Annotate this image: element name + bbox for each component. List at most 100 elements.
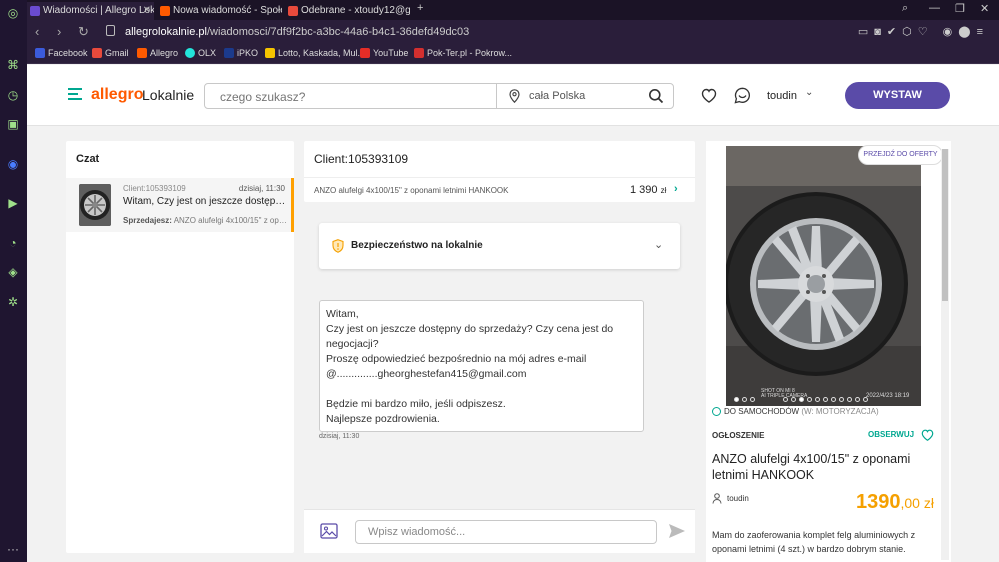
settings-icon[interactable]: ✲ xyxy=(6,295,20,309)
pager-dot[interactable] xyxy=(750,397,755,402)
seller-item: ANZO alufelgi 4x100/15" z oponami letnim… xyxy=(173,216,288,225)
pager-dot[interactable] xyxy=(823,397,828,402)
wystaw-button[interactable]: WYSTAW xyxy=(845,82,950,109)
message-line: negocjacji? xyxy=(326,338,379,350)
menu-icon[interactable] xyxy=(68,88,82,100)
bookmark-allegro[interactable]: Allegro xyxy=(137,48,178,58)
message-input[interactable] xyxy=(355,520,657,544)
tab-title: Odebrane - xtoudy12@gm xyxy=(301,5,410,16)
pager-dot[interactable] xyxy=(847,397,852,402)
facebook-icon xyxy=(35,48,45,58)
bookmark-gmail[interactable]: Gmail xyxy=(92,48,129,58)
scrollbar-thumb[interactable] xyxy=(942,149,948,301)
go-to-offer-button[interactable]: PRZEJDŹ DO OFERTY xyxy=(858,145,943,165)
play-icon[interactable]: ▶ xyxy=(6,196,20,210)
bookmark-ipko[interactable]: iPKO xyxy=(224,48,258,58)
message-bubble: Witam, Czy jest on jeszcze dostępny do s… xyxy=(319,300,644,432)
messenger-icon[interactable]: ◉ xyxy=(6,157,20,171)
message-line: Najlepsze pozdrowienia. xyxy=(326,413,440,425)
pager-dot[interactable] xyxy=(807,397,812,402)
conversation-client: Client:105393109 xyxy=(123,184,186,193)
logo-lokalnie[interactable]: Lokalnie xyxy=(142,87,194,103)
box-icon[interactable]: ◈ xyxy=(6,265,20,279)
watch-heart-icon[interactable] xyxy=(921,429,934,441)
chevron-down-icon[interactable]: ⌄ xyxy=(654,238,663,251)
bookmark-olx[interactable]: OLX xyxy=(185,48,216,58)
url-domain: allegrolokalnie.pl xyxy=(125,26,207,38)
product-photo[interactable]: SHOT ON MI 8 AI TRIPLE CAMERA 2022/4/23 1… xyxy=(726,146,921,406)
pager-dot[interactable] xyxy=(855,397,860,402)
close-tab-icon[interactable]: ✕ xyxy=(143,2,151,20)
seller-name[interactable]: toudin xyxy=(727,494,749,503)
category-line[interactable]: DO SAMOCHODÓW (W: MOTORYZACJA) xyxy=(712,407,879,416)
chat-panel: Client:105393109 ANZO alufelgi 4x100/15"… xyxy=(304,141,695,553)
opera-logo-icon[interactable]: ◎ xyxy=(6,6,20,20)
favorites-heart-icon[interactable] xyxy=(701,88,717,103)
user-icon xyxy=(712,493,722,504)
back-icon[interactable]: ‹ xyxy=(35,24,39,39)
url-field[interactable]: allegrolokalnie.pl/wiadomosci/7df9f2bc-a… xyxy=(125,26,469,38)
bag-icon[interactable]: ▣ xyxy=(6,117,20,131)
chat-list-title: Czat xyxy=(76,153,100,165)
message-line: @..............gheorghestefan415@gmail.c… xyxy=(326,368,527,380)
watch-button[interactable]: OBSERWUJ xyxy=(868,430,914,439)
conversation-preview: Witam, Czy jest on jeszcze dostępny do s… xyxy=(123,196,288,207)
speed-dial-icon[interactable]: ◷ xyxy=(6,88,20,102)
pager-dot[interactable] xyxy=(815,397,820,402)
offer-price: 1 390 zł xyxy=(630,184,667,196)
attach-image-icon[interactable] xyxy=(320,523,338,539)
conversation-date: dzisiaj, 11:30 xyxy=(238,184,285,193)
pager-dot[interactable] xyxy=(742,397,747,402)
bookmark-facebook[interactable]: Facebook xyxy=(35,48,88,58)
new-tab-button[interactable]: + xyxy=(417,2,423,14)
allegro-tab-favicon-icon xyxy=(30,6,40,16)
message-time: dzisiaj, 11:30 xyxy=(319,433,360,440)
maximize-icon[interactable]: ❐ xyxy=(955,2,965,15)
offer-link-row[interactable]: ANZO alufelgi 4x100/15" z oponami letnim… xyxy=(304,177,695,202)
pager-dot[interactable] xyxy=(831,397,836,402)
forward-icon[interactable]: › xyxy=(57,24,61,39)
chevron-down-icon[interactable]: ⌄ xyxy=(805,87,813,98)
search-icon[interactable] xyxy=(648,88,664,104)
address-bar-tools-icon[interactable]: ▭◙✔⬡♡ ◉⬤≡ xyxy=(858,25,989,38)
messages-chat-icon[interactable] xyxy=(734,87,751,104)
bookmark-pokter[interactable]: Pok-Ter.pl - Pokrow... xyxy=(414,48,512,58)
reload-icon[interactable]: ↻ xyxy=(78,24,89,40)
pager-dot[interactable] xyxy=(839,397,844,402)
allegro-orange-favicon-icon xyxy=(160,6,170,16)
more-icon[interactable]: ··· xyxy=(6,542,20,556)
location-pin-icon[interactable] xyxy=(509,89,520,103)
ipko-icon xyxy=(224,48,234,58)
category-icon xyxy=(712,407,721,416)
tab-spolecznosc[interactable]: Nowa wiadomość - Społec xyxy=(157,2,282,20)
tab-gmail[interactable]: Odebrane - xtoudy12@gm xyxy=(285,2,410,20)
allegro-icon xyxy=(137,48,147,58)
tab-title: Nowa wiadomość - Społec xyxy=(173,5,282,16)
bookmark-lotto[interactable]: Lotto, Kaskada, Mul... xyxy=(265,48,365,58)
gamepad-icon[interactable]: ⌘ xyxy=(6,58,20,72)
seller-label: Sprzedajesz: xyxy=(123,216,172,225)
minimize-icon[interactable]: — xyxy=(929,2,940,14)
tab-allegro[interactable]: Wiadomości | Allegro Lokal ✕ xyxy=(27,2,154,20)
product-title: ANZO alufelgi 4x100/15" z oponami letnim… xyxy=(712,452,911,482)
user-menu[interactable]: toudin xyxy=(767,90,797,102)
close-window-icon[interactable]: ✕ xyxy=(980,2,989,15)
send-icon[interactable] xyxy=(668,523,686,539)
search-bar: cała Polska xyxy=(204,83,674,109)
pager-dot[interactable] xyxy=(734,397,739,402)
search-tabs-icon[interactable]: ⌕ xyxy=(902,2,908,15)
location-select[interactable]: cała Polska xyxy=(529,90,585,102)
bookmark-youtube[interactable]: YouTube xyxy=(360,48,408,58)
shield-icon xyxy=(332,239,344,253)
search-input[interactable] xyxy=(220,90,470,104)
pokter-icon xyxy=(414,48,424,58)
conversation-item[interactable]: Client:105393109 dzisiaj, 11:30 Witam, C… xyxy=(66,178,294,232)
allegro-logo[interactable]: allegro xyxy=(91,86,143,104)
history-icon[interactable]: ◔ xyxy=(6,236,20,250)
safety-accordion[interactable]: Bezpieczeństwo na lokalnie ⌄ xyxy=(319,223,680,269)
chevron-right-icon[interactable]: › xyxy=(674,183,678,195)
ad-label: OGŁOSZENIE xyxy=(712,431,765,440)
site-header: allegro Lokalnie cała Polska toudin ⌄ WY… xyxy=(27,65,999,126)
message-line xyxy=(326,382,637,397)
tab-bar: Wiadomości | Allegro Lokal ✕ Nowa wiadom… xyxy=(27,0,999,20)
